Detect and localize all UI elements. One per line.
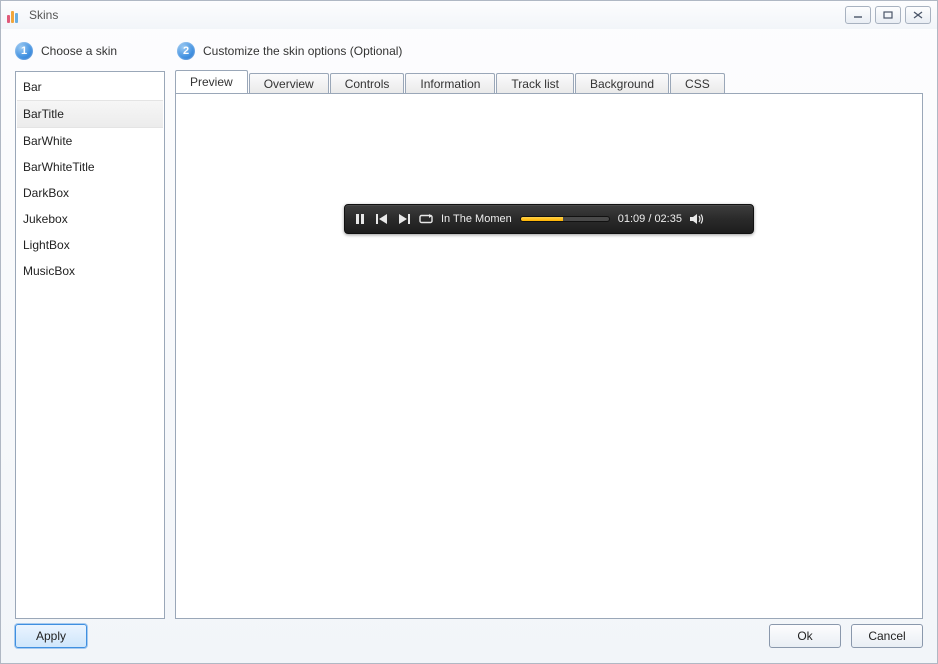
step-one-badge: 1 (15, 42, 33, 60)
tab-overview[interactable]: Overview (249, 73, 329, 94)
step-one-label: Choose a skin (41, 44, 117, 58)
tab-controls[interactable]: Controls (330, 73, 405, 94)
skin-item-musicbox[interactable]: MusicBox (17, 258, 163, 284)
skin-list[interactable]: BarBarTitleBarWhiteBarWhiteTitleDarkBoxJ… (15, 71, 165, 619)
skin-item-bartitle[interactable]: BarTitle (17, 100, 163, 128)
next-track-button[interactable] (397, 212, 411, 226)
footer: Apply Ok Cancel (1, 619, 937, 663)
tab-information[interactable]: Information (405, 73, 495, 94)
tab-preview[interactable]: Preview (175, 70, 248, 93)
main-row: BarBarTitleBarWhiteBarWhiteTitleDarkBoxJ… (15, 71, 923, 619)
skin-item-jukebox[interactable]: Jukebox (17, 206, 163, 232)
app-icon (7, 7, 23, 23)
tab-content-preview: In The Momen 01:09 / 02:35 (175, 93, 923, 619)
window-controls (845, 6, 931, 24)
step-two: 2 Customize the skin options (Optional) (177, 42, 402, 60)
volume-icon[interactable] (690, 213, 706, 225)
close-button[interactable] (905, 6, 931, 24)
ok-button[interactable]: Ok (769, 624, 841, 648)
player-controls (353, 212, 433, 226)
step-one: 1 Choose a skin (15, 42, 165, 60)
skin-item-darkbox[interactable]: DarkBox (17, 180, 163, 206)
audio-player: In The Momen 01:09 / 02:35 (344, 204, 754, 234)
skins-window: Skins 1 Choose a skin 2 Customize the sk… (0, 0, 938, 664)
skin-item-barwhite[interactable]: BarWhite (17, 128, 163, 154)
tab-track-list[interactable]: Track list (496, 73, 574, 94)
tab-css[interactable]: CSS (670, 73, 725, 94)
step-two-label: Customize the skin options (Optional) (203, 44, 402, 58)
repeat-button[interactable] (419, 212, 433, 226)
pause-button[interactable] (353, 212, 367, 226)
tab-background[interactable]: Background (575, 73, 669, 94)
titlebar: Skins (1, 1, 937, 29)
time-display: 01:09 / 02:35 (618, 213, 682, 225)
skin-item-barwhitetitle[interactable]: BarWhiteTitle (17, 154, 163, 180)
previous-track-button[interactable] (375, 212, 389, 226)
skin-item-bar[interactable]: Bar (17, 74, 163, 100)
minimize-button[interactable] (845, 6, 871, 24)
window-title: Skins (29, 8, 58, 22)
skin-item-lightbox[interactable]: LightBox (17, 232, 163, 258)
steps-row: 1 Choose a skin 2 Customize the skin opt… (15, 39, 923, 63)
time-total: 02:35 (654, 213, 682, 225)
step-two-badge: 2 (177, 42, 195, 60)
content-area: 1 Choose a skin 2 Customize the skin opt… (1, 29, 937, 619)
tabs-strip: PreviewOverviewControlsInformationTrack … (175, 71, 923, 93)
apply-button[interactable]: Apply (15, 624, 87, 648)
cancel-button[interactable]: Cancel (851, 624, 923, 648)
progress-bar[interactable] (520, 216, 610, 222)
track-title: In The Momen (441, 213, 512, 225)
right-panel: PreviewOverviewControlsInformationTrack … (175, 71, 923, 619)
maximize-button[interactable] (875, 6, 901, 24)
time-current: 01:09 (618, 213, 646, 225)
progress-fill (521, 217, 563, 221)
